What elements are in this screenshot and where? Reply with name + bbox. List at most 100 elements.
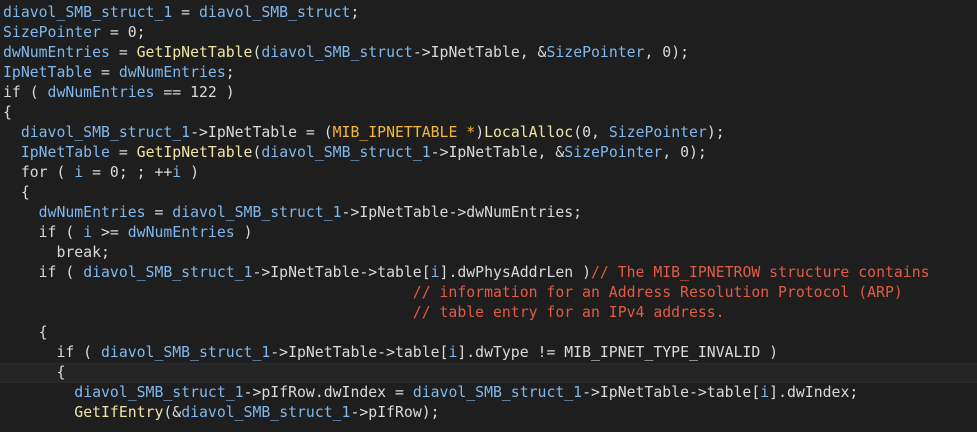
code-text-token: = 0; ; ++ bbox=[83, 164, 173, 181]
code-line[interactable]: diavol_SMB_struct_1->IpNetTable = (MIB_I… bbox=[3, 123, 725, 143]
code-text-token: ].dwType != MIB_IPNET_TYPE_INVALID ) bbox=[457, 344, 779, 361]
identifier-token[interactable]: diavol_SMB_struct bbox=[261, 44, 412, 61]
code-line[interactable]: diavol_SMB_struct_1 = diavol_SMB_struct; bbox=[3, 3, 359, 23]
code-text-token: ->pIfRow.dwIndex = bbox=[243, 384, 413, 401]
code-line[interactable]: { bbox=[3, 183, 30, 203]
code-line[interactable]: dwNumEntries = GetIpNetTable(diavol_SMB_… bbox=[3, 43, 689, 63]
code-text-token: { bbox=[3, 364, 66, 381]
identifier-token[interactable]: i bbox=[83, 224, 92, 241]
code-text-token: = bbox=[109, 44, 137, 61]
code-text-token: ->IpNetTable, & bbox=[412, 44, 547, 61]
code-line[interactable]: dwNumEntries = diavol_SMB_struct_1->IpNe… bbox=[3, 203, 582, 223]
function-name-token[interactable]: GetIfEntry bbox=[74, 404, 163, 421]
code-text-token: ; bbox=[350, 4, 360, 21]
code-text-token: for ( bbox=[3, 164, 75, 181]
identifier-token[interactable]: IpNetTable bbox=[21, 144, 110, 161]
code-text-token: if ( bbox=[3, 84, 48, 101]
identifier-token[interactable]: i bbox=[172, 164, 181, 181]
code-text-token: ->IpNetTable->table[ bbox=[270, 344, 449, 361]
code-text-token: (& bbox=[163, 404, 182, 421]
identifier-token[interactable]: diavol_SMB_struct_1 bbox=[74, 384, 243, 401]
code-line[interactable]: if ( dwNumEntries == 122 ) bbox=[3, 83, 235, 103]
identifier-token[interactable]: diavol_SMB_struct_1 bbox=[21, 124, 190, 141]
code-line[interactable]: if ( diavol_SMB_struct_1->IpNetTable->ta… bbox=[3, 263, 930, 283]
code-text-token: ->IpNetTable->table[ bbox=[582, 384, 761, 401]
code-text-token: ) bbox=[475, 124, 485, 141]
pseudocode-view[interactable]: diavol_SMB_struct_1 = diavol_SMB_struct;… bbox=[0, 0, 977, 432]
code-text-token: ->IpNetTable, & bbox=[430, 144, 565, 161]
code-text-token: ); bbox=[706, 124, 725, 141]
identifier-token[interactable]: dwNumEntries bbox=[128, 224, 235, 241]
identifier-token[interactable]: SizePointer bbox=[546, 44, 644, 61]
identifier-token[interactable]: diavol_SMB_struct_1 bbox=[172, 204, 341, 221]
comment-token: // The MIB_IPNETROW structure contains bbox=[591, 264, 930, 281]
code-text-token: = bbox=[109, 144, 137, 161]
code-line[interactable]: if ( diavol_SMB_struct_1->IpNetTable->ta… bbox=[3, 343, 778, 363]
identifier-token[interactable]: diavol_SMB_struct_1 bbox=[181, 404, 350, 421]
code-line[interactable]: IpNetTable = GetIpNetTable(diavol_SMB_st… bbox=[3, 143, 707, 163]
function-name-token[interactable]: GetIpNetTable bbox=[137, 44, 253, 61]
code-text-token: ->pIfRow); bbox=[350, 404, 440, 421]
identifier-token[interactable]: IpNetTable bbox=[3, 64, 92, 81]
code-line[interactable]: IpNetTable = dwNumEntries; bbox=[3, 63, 235, 83]
identifier-token[interactable]: dwNumEntries bbox=[48, 84, 155, 101]
identifier-token[interactable]: i bbox=[760, 384, 769, 401]
code-text-token: ->IpNetTable->table[ bbox=[252, 264, 431, 281]
code-text-token: break; bbox=[3, 244, 110, 261]
code-text-token: ].dwIndex; bbox=[769, 384, 859, 401]
code-text-token: = bbox=[172, 4, 199, 21]
identifier-token[interactable]: diavol_SMB_struct_1 bbox=[261, 144, 430, 161]
identifier-token[interactable]: dwNumEntries bbox=[39, 204, 146, 221]
identifier-token[interactable]: SizePointer bbox=[609, 124, 707, 141]
code-line[interactable]: { bbox=[3, 103, 12, 123]
identifier-token[interactable]: i bbox=[74, 164, 83, 181]
comment-token: // information for an Address Resolution… bbox=[412, 284, 903, 301]
identifier-token[interactable]: SizePointer bbox=[3, 24, 101, 41]
identifier-token[interactable]: diavol_SMB_struct bbox=[199, 4, 350, 21]
identifier-token[interactable]: diavol_SMB_struct_1 bbox=[101, 344, 270, 361]
code-text-token: if ( bbox=[3, 224, 84, 241]
code-text-token: ].dwPhysAddrLen ) bbox=[439, 264, 591, 281]
code-text-token: , 0); bbox=[662, 144, 707, 161]
code-line[interactable]: for ( i = 0; ; ++i ) bbox=[3, 163, 199, 183]
function-name-token[interactable]: LocalAlloc bbox=[484, 124, 573, 141]
code-text-token: = bbox=[92, 64, 119, 81]
type-cast-token[interactable]: MIB_IPNETTABLE * bbox=[333, 124, 476, 141]
code-text-token: { bbox=[3, 184, 30, 201]
identifier-token[interactable]: diavol_SMB_struct_1 bbox=[413, 384, 582, 401]
code-text-token: { bbox=[3, 104, 12, 121]
code-line[interactable]: // table entry for an IPv4 address. bbox=[3, 303, 725, 323]
code-text-token: { bbox=[3, 324, 48, 341]
code-text-token: if ( bbox=[3, 264, 84, 281]
comment-token: // table entry for an IPv4 address. bbox=[412, 304, 725, 321]
identifier-token[interactable]: diavol_SMB_struct_1 bbox=[3, 4, 172, 21]
identifier-token[interactable]: diavol_SMB_struct_1 bbox=[83, 264, 252, 281]
function-name-token[interactable]: GetIpNetTable bbox=[137, 144, 253, 161]
code-line[interactable]: diavol_SMB_struct_1->pIfRow.dwIndex = di… bbox=[3, 383, 858, 403]
identifier-token[interactable]: i bbox=[431, 264, 440, 281]
code-text-token: = 0; bbox=[101, 24, 146, 41]
code-line[interactable]: if ( i >= dwNumEntries ) bbox=[3, 223, 253, 243]
code-text-token: >= bbox=[92, 224, 128, 241]
code-text-token: == 122 ) bbox=[154, 84, 235, 101]
code-text-token: ) bbox=[181, 164, 200, 181]
code-line[interactable]: break; bbox=[3, 243, 110, 263]
current-code-line[interactable]: { bbox=[0, 363, 977, 383]
code-line[interactable]: // information for an Address Resolution… bbox=[3, 283, 903, 303]
code-line-content: { bbox=[0, 364, 65, 381]
code-line[interactable]: SizePointer = 0; bbox=[3, 23, 146, 43]
code-text-token: ; bbox=[225, 64, 235, 81]
identifier-token[interactable]: dwNumEntries bbox=[119, 64, 226, 81]
identifier-token[interactable]: dwNumEntries bbox=[3, 44, 110, 61]
identifier-token[interactable]: SizePointer bbox=[564, 144, 662, 161]
code-line[interactable]: GetIfEntry(&diavol_SMB_struct_1->pIfRow)… bbox=[3, 403, 440, 423]
code-text-token: = bbox=[145, 204, 173, 221]
code-line[interactable]: { bbox=[3, 323, 48, 343]
code-text-token: if ( bbox=[3, 344, 101, 361]
